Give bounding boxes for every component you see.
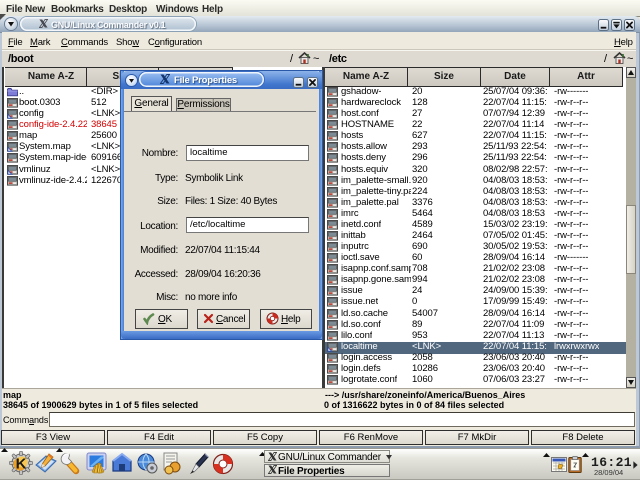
svg-text:K: K: [16, 456, 27, 473]
